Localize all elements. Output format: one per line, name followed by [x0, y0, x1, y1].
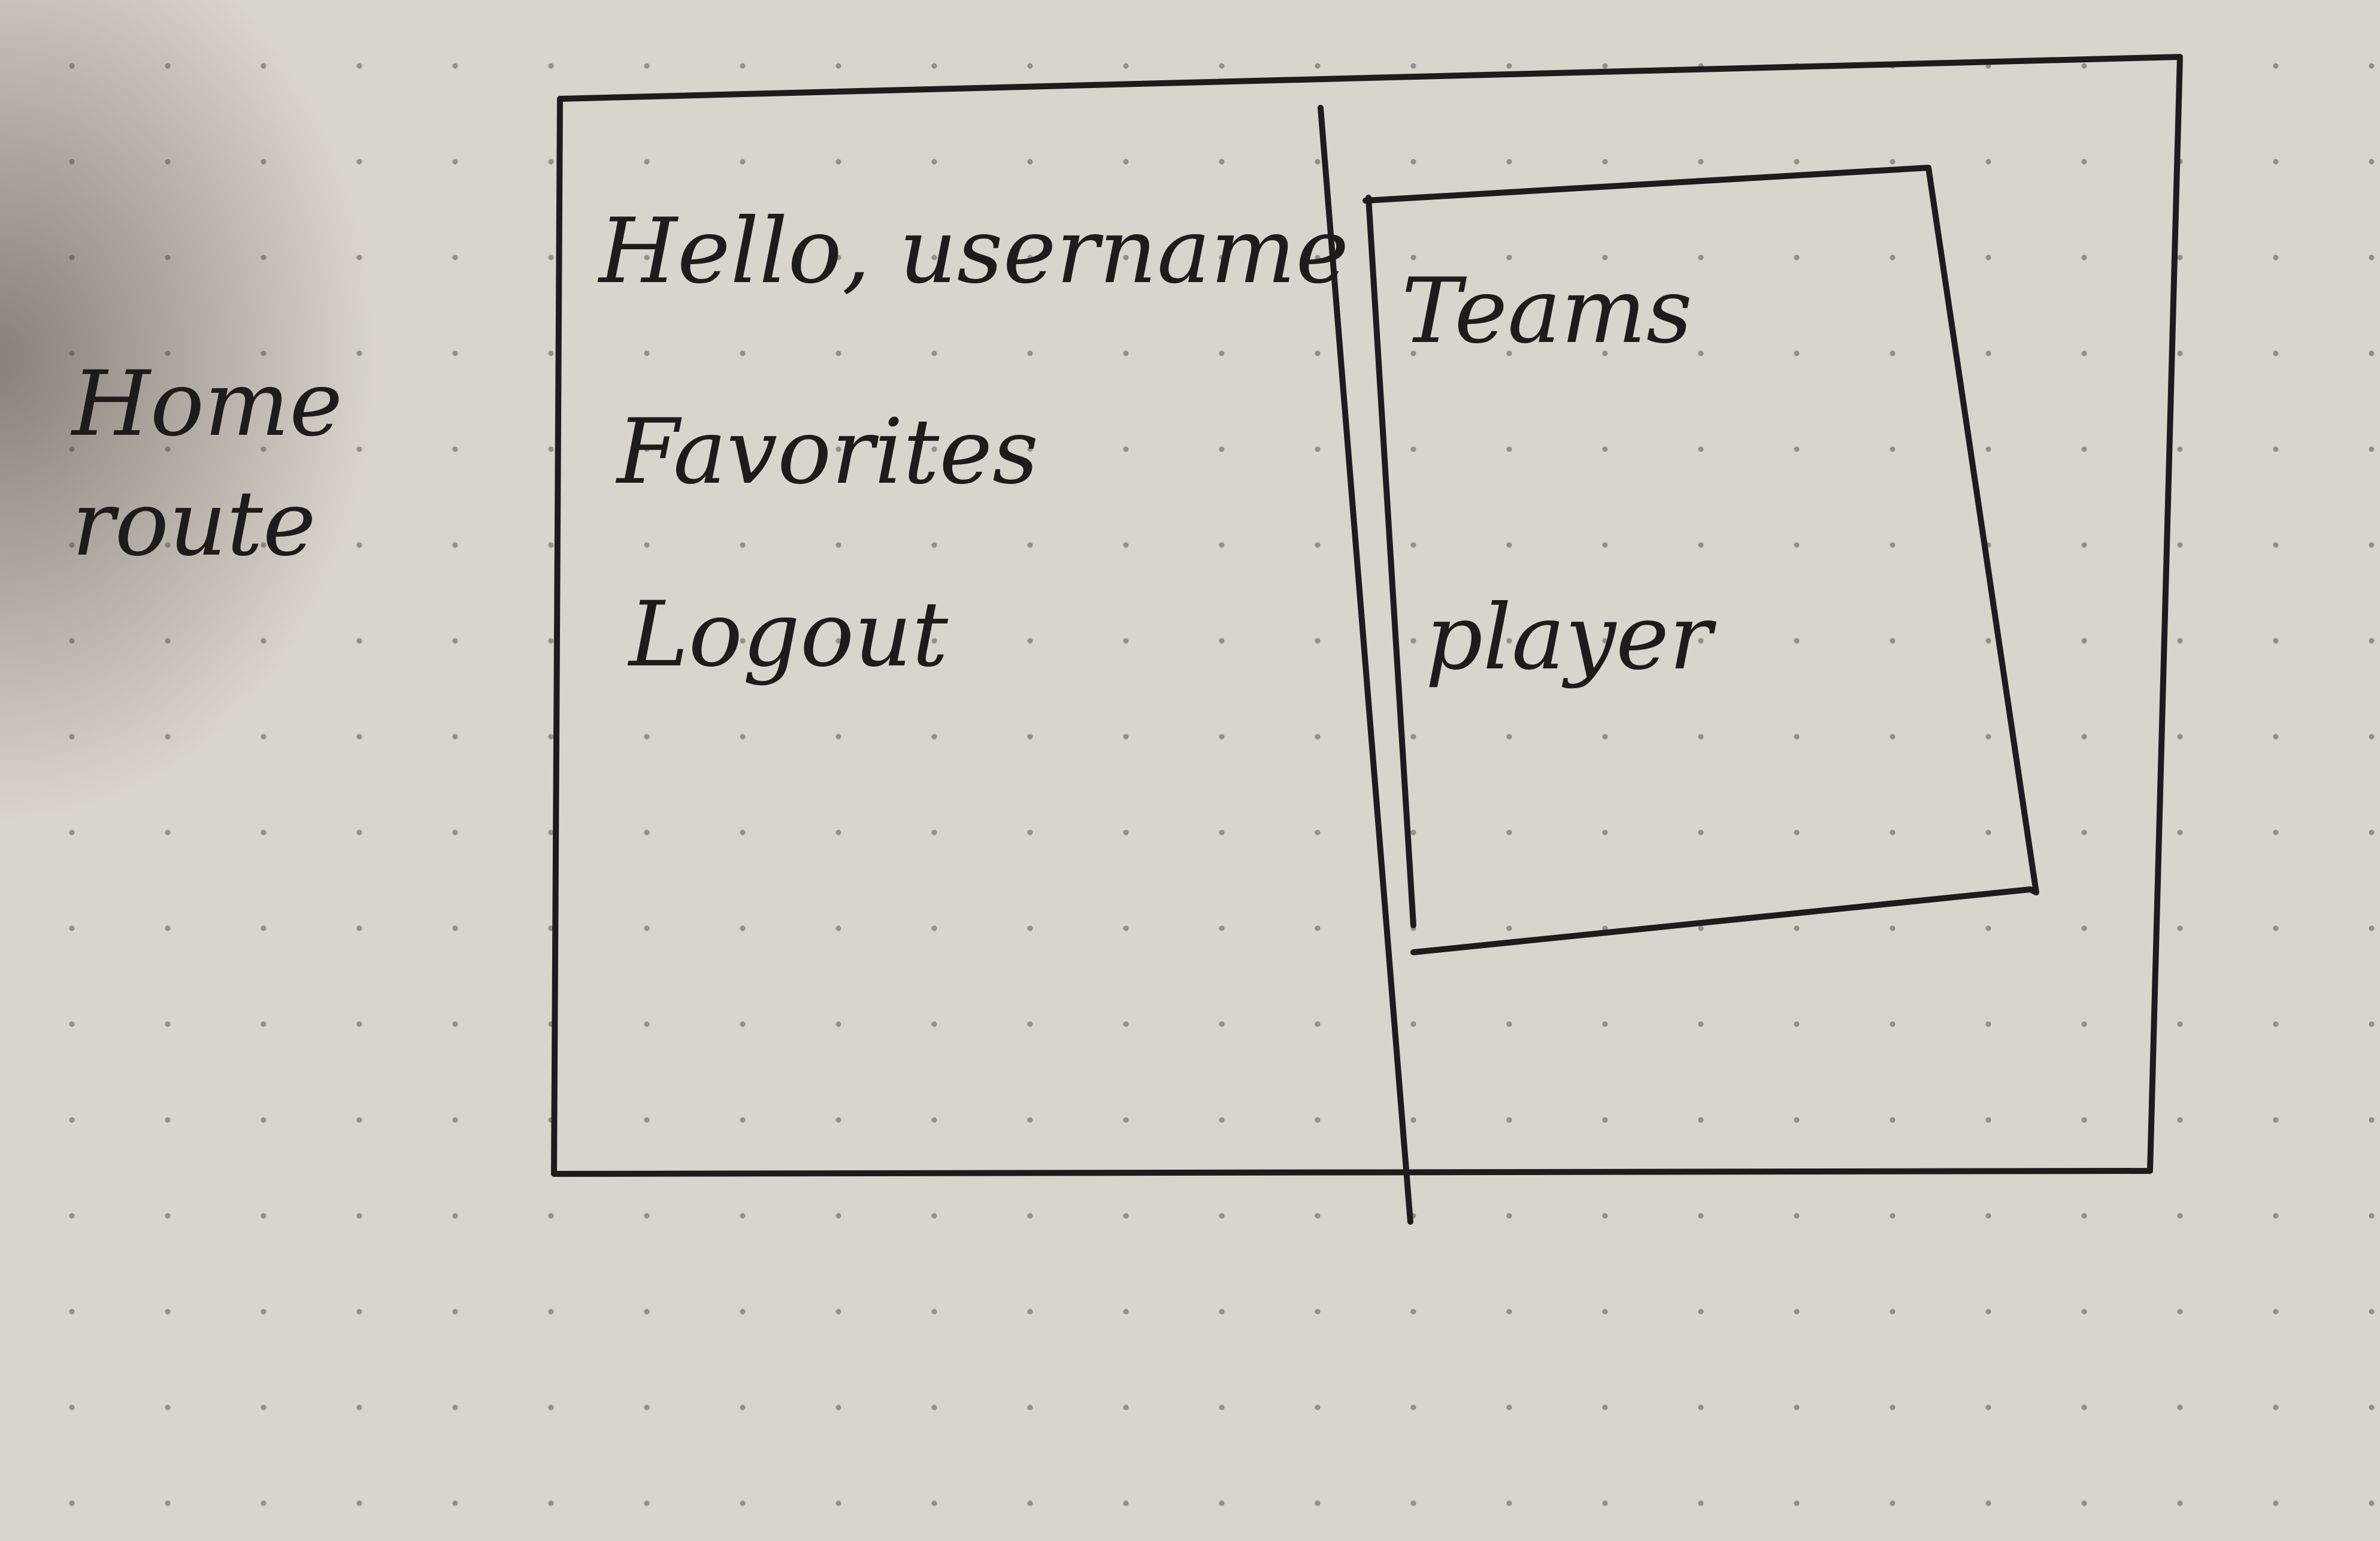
- menu-item-favorites[interactable]: Favorites: [617, 407, 1038, 497]
- card-item-teams[interactable]: Teams: [1401, 267, 1692, 356]
- greeting-text: Hello, username: [599, 199, 1349, 304]
- annotation-line-route: route: [72, 472, 316, 576]
- menu-item-logout[interactable]: Logout: [629, 590, 948, 680]
- card-item-player[interactable]: player: [1425, 593, 1712, 683]
- home-route-annotation: Home route: [72, 359, 347, 599]
- annotation-line-home: Home: [72, 352, 343, 456]
